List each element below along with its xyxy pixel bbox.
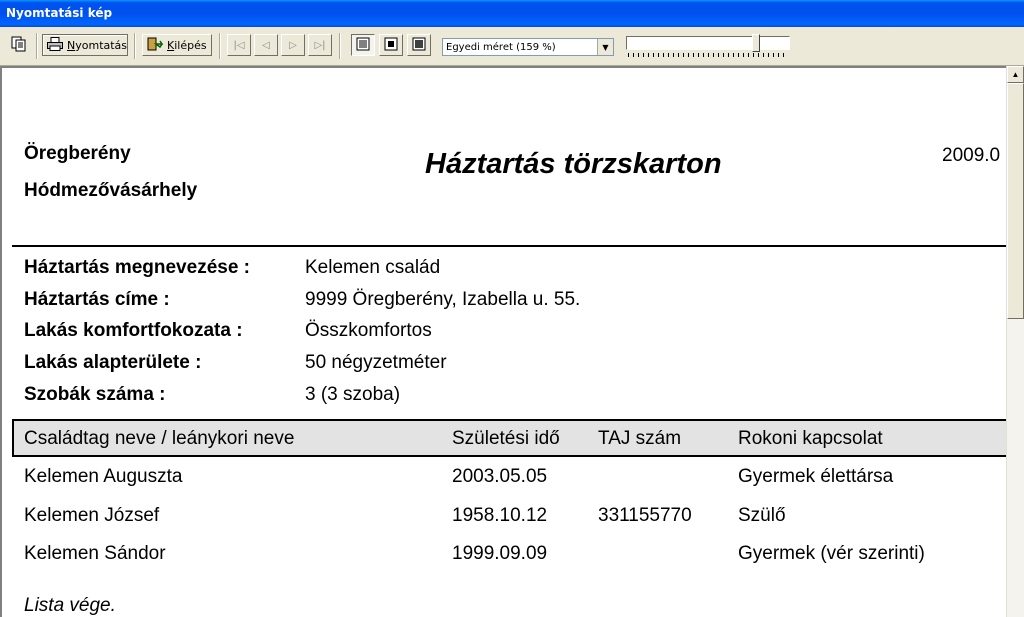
slider-track xyxy=(626,36,790,50)
field-value: 3 (3 szoba) xyxy=(305,384,401,405)
fit-width-button[interactable] xyxy=(407,34,431,56)
exit-button-label: Kilépés xyxy=(167,38,207,52)
field-value: 50 négyzetméter xyxy=(305,352,447,373)
slider-ticks xyxy=(628,53,788,57)
field-label: Lakás alapterülete : xyxy=(24,352,202,373)
scroll-up-button[interactable]: ▲ xyxy=(1007,66,1024,83)
print-button-label: Nyomtatás xyxy=(67,38,128,52)
fit-page-icon xyxy=(384,37,398,54)
scrollbar-thumb[interactable] xyxy=(1007,83,1024,319)
list-end-note: Lista vége. xyxy=(24,595,116,616)
column-header-relation: Rokoni kapcsolat xyxy=(738,428,883,449)
document-date: 2009.0 xyxy=(942,145,1001,166)
previous-page-icon: ◁ xyxy=(262,39,270,51)
printer-icon xyxy=(47,36,63,54)
org-line-1: Öregberény xyxy=(24,143,131,164)
table-cell: 1999.09.09 xyxy=(452,543,548,564)
copy-pages-icon xyxy=(11,36,27,55)
field-label: Szobák száma : xyxy=(24,384,166,405)
print-preview-area: Öregberény Hódmezővásárhely Háztartás tö… xyxy=(0,66,1024,617)
table-cell: 2003.05.05 xyxy=(452,466,548,487)
arrow-up-icon: ▲ xyxy=(1011,70,1020,79)
next-page-button[interactable]: ▷ xyxy=(281,34,305,56)
chevron-down-icon[interactable]: ▼ xyxy=(597,39,613,55)
exit-door-icon xyxy=(147,37,164,54)
zoom-value: Egyedi méret (159 %) xyxy=(446,41,556,53)
divider xyxy=(12,245,1007,247)
preview-page: Öregberény Hódmezővásárhely Háztartás tö… xyxy=(2,68,1012,617)
page-setup-button[interactable] xyxy=(6,34,32,56)
table-cell: 331155770 xyxy=(598,505,692,526)
table-cell: Gyermek (vér szerinti) xyxy=(738,543,925,564)
field-label: Háztartás címe : xyxy=(24,289,170,310)
zoom-slider[interactable] xyxy=(625,34,793,58)
field-label: Lakás komfortfokozata : xyxy=(24,320,243,341)
first-page-button[interactable]: |◁ xyxy=(227,34,251,56)
table-cell: Kelemen Auguszta xyxy=(24,466,183,487)
table-cell: Gyermek élettársa xyxy=(738,466,894,487)
column-header-name: Családtag neve / leánykori neve xyxy=(24,428,295,449)
exit-button[interactable]: Kilépés xyxy=(142,34,212,56)
field-value: Kelemen család xyxy=(305,257,441,278)
document-title: Háztartás törzskarton xyxy=(425,148,722,180)
previous-page-button[interactable]: ◁ xyxy=(254,34,278,56)
slider-thumb[interactable] xyxy=(752,34,760,52)
window-title-bar[interactable]: Nyomtatási kép xyxy=(0,0,1024,27)
table-cell: Kelemen József xyxy=(24,505,160,526)
first-page-icon: |◁ xyxy=(233,39,245,51)
last-page-button[interactable]: ▷| xyxy=(308,34,332,56)
window-title: Nyomtatási kép xyxy=(6,6,113,20)
org-line-2: Hódmezővásárhely xyxy=(24,180,198,201)
print-button[interactable]: Nyomtatás xyxy=(42,34,128,56)
field-value: 9999 Öregberény, Izabella u. 55. xyxy=(305,289,581,310)
zoom-select[interactable]: Egyedi méret (159 %) ▼ xyxy=(442,38,614,56)
table-cell: 1958.10.12 xyxy=(452,505,548,526)
table-cell: Kelemen Sándor xyxy=(24,543,166,564)
column-header-birth-date: Születési idő xyxy=(452,428,560,449)
next-page-icon: ▷ xyxy=(289,39,297,51)
page-lines-icon xyxy=(356,37,370,54)
table-cell: Szülő xyxy=(738,505,786,526)
last-page-icon: ▷| xyxy=(314,39,326,51)
fit-page-button[interactable] xyxy=(379,34,403,56)
single-page-view-button[interactable] xyxy=(351,34,375,56)
vertical-scrollbar[interactable]: ▲ xyxy=(1006,66,1024,617)
fit-width-icon xyxy=(412,37,426,54)
column-header-taj: TAJ szám xyxy=(598,428,682,449)
field-value: Összkomfortos xyxy=(305,320,432,341)
field-label: Háztartás megnevezése : xyxy=(24,257,250,278)
